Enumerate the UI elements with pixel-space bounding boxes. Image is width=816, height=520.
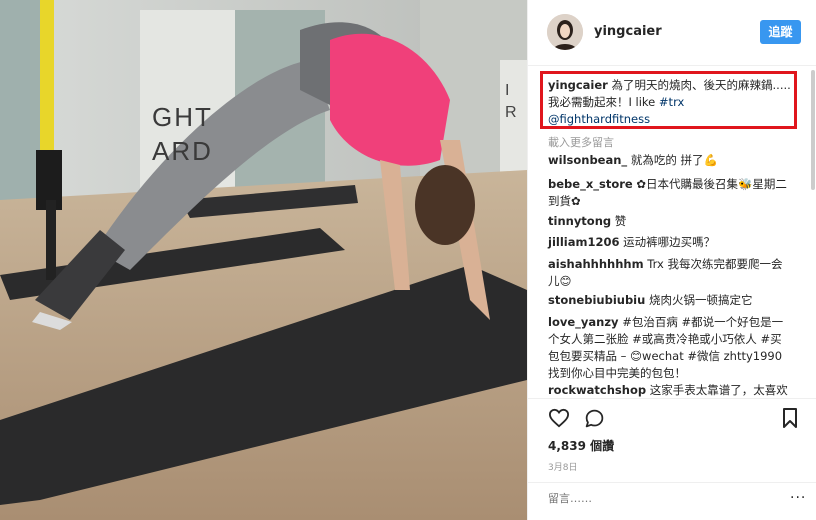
avatar[interactable] (547, 14, 583, 50)
follow-button[interactable]: 追蹤 (760, 20, 801, 44)
comment-icon (584, 409, 605, 433)
add-comment-input[interactable] (548, 492, 778, 505)
more-options-icon[interactable]: ··· (790, 490, 806, 506)
comment-text: 运动裤哪边买嗎？ (623, 235, 716, 249)
comment-item: wilsonbean_ 就為吃的 拼了💪 (548, 152, 793, 169)
comment-username[interactable]: bebe_x_store (548, 177, 633, 191)
comment-item: stonebiubiubiu 烧肉火锅一顿搞定它 (548, 292, 793, 309)
comment-username[interactable]: aishahhhhhhm (548, 257, 644, 271)
comment-username[interactable]: stonebiubiubiu (548, 293, 645, 307)
divider (528, 398, 816, 399)
caption-username[interactable]: yingcaier (548, 78, 608, 92)
comment-text: 这家手表太靠谱了，太喜欢 (649, 383, 788, 397)
comment-button[interactable] (584, 408, 605, 433)
bookmark-icon (782, 408, 798, 432)
comment-item: love_yanzy #包治百病 #都说一个好包是一个女人第二张脸 #或高贵冷艳… (548, 314, 793, 382)
post-header: yingcaier 追蹤 (528, 0, 816, 66)
post-sidebar: yingcaier 追蹤 yingcaier 為了明天的燒肉、後天的麻辣鍋...… (527, 0, 816, 520)
comment-text: 烧肉火锅一顿搞定它 (648, 293, 753, 307)
like-button[interactable] (548, 408, 570, 432)
save-button[interactable] (782, 408, 798, 432)
comments-list[interactable]: yingcaier 為了明天的燒肉、後天的麻辣鍋.....我必需動起來！I li… (528, 68, 816, 398)
comment-username[interactable]: wilsonbean_ (548, 153, 627, 167)
caption-hashtag[interactable]: #trx (659, 95, 684, 109)
comment-text: 赞 (614, 214, 627, 228)
comment-username[interactable]: jilliam1206 (548, 235, 619, 249)
comment-item: tinnytong 赞 (548, 213, 793, 230)
wall-sign-text: GHT ARD (152, 102, 213, 166)
comment-item: rockwatchshop 这家手表太靠谱了，太喜欢 (548, 382, 793, 398)
comment-text: 就為吃的 拼了💪 (630, 153, 718, 167)
caption-mention[interactable]: @fighthardfitness (548, 112, 650, 126)
heart-icon (548, 408, 570, 432)
wall-sign-text-right: I R (505, 82, 517, 121)
comment-item: bebe_x_store ✿日本代購最後召集🐝星期二到貨✿ (548, 176, 793, 210)
comment-username[interactable]: love_yanzy (548, 315, 619, 329)
divider (528, 482, 816, 483)
comment-username[interactable]: rockwatchshop (548, 383, 646, 397)
comment-username[interactable]: tinnytong (548, 214, 611, 228)
post-photo[interactable]: GHT ARD I R (0, 0, 527, 520)
username-link[interactable]: yingcaier (594, 24, 662, 39)
load-more-comments[interactable]: 載入更多留言 (548, 134, 614, 150)
post-date[interactable]: 3月8日 (548, 460, 577, 473)
comments-scrollbar[interactable] (811, 70, 815, 190)
comment-item: aishahhhhhhm Trx 我每次练完都要爬一会儿😊 (548, 256, 793, 290)
comment-item: jilliam1206 运动裤哪边买嗎？ (548, 234, 793, 251)
likes-count[interactable]: 4,839 個讚 (548, 437, 614, 454)
caption: yingcaier 為了明天的燒肉、後天的麻辣鍋.....我必需動起來！I li… (548, 77, 793, 128)
workout-image (0, 0, 527, 520)
